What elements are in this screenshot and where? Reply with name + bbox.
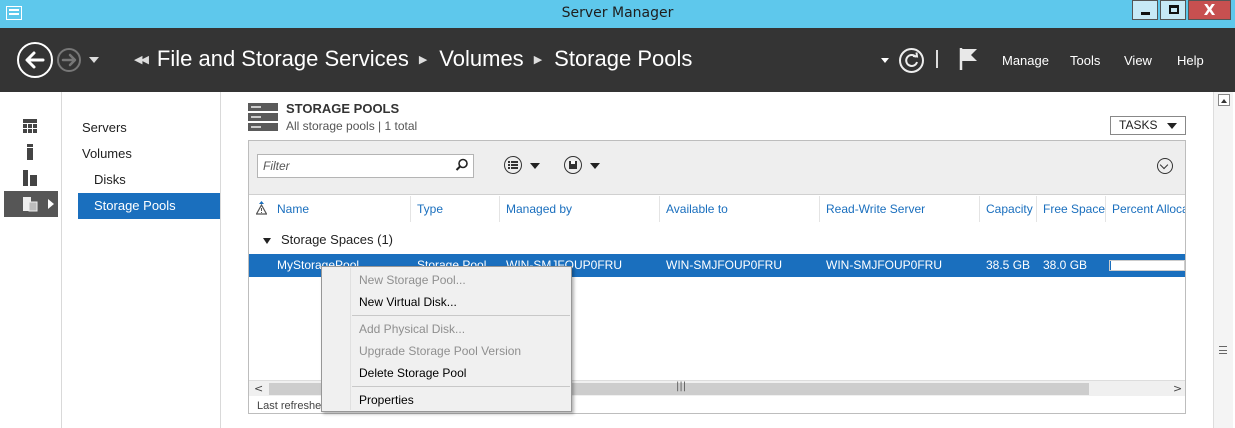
menu-item-new-storage-pool[interactable]: New Storage Pool... <box>359 270 466 290</box>
secondary-nav: Servers Volumes Disks Storage Pools <box>63 92 221 428</box>
rail-item-all-servers[interactable] <box>4 165 58 191</box>
column-header-type[interactable]: Type <box>411 196 500 222</box>
list-icon <box>508 161 518 169</box>
breadcrumb-item-file-storage[interactable]: File and Storage Services <box>157 46 409 72</box>
group-header-storage-spaces[interactable]: Storage Spaces (1) <box>263 232 393 247</box>
menu-tools[interactable]: Tools <box>1070 53 1100 68</box>
panel-toolbar: Filter <box>249 141 1185 195</box>
forward-button[interactable] <box>57 48 81 72</box>
chevron-down-icon[interactable] <box>530 163 540 169</box>
header-divider <box>936 50 938 68</box>
refresh-icon <box>905 52 919 67</box>
scroll-grip-icon: ||| <box>676 381 687 392</box>
expand-arrow-icon <box>48 199 54 209</box>
breadcrumb-item-volumes[interactable]: Volumes <box>439 46 523 72</box>
storage-pool-icon <box>248 103 278 131</box>
menu-item-upgrade-storage-pool-version[interactable]: Upgrade Storage Pool Version <box>359 341 521 361</box>
rail-item-local-server[interactable] <box>4 139 58 165</box>
arrow-right-icon <box>61 53 77 67</box>
window-title: Server Manager <box>561 5 674 21</box>
cell-free-space: 38.0 GB <box>1043 258 1088 272</box>
menu-manage[interactable]: Manage <box>1002 53 1049 68</box>
cell-capacity: 38.5 GB <box>986 258 1031 272</box>
dashboard-icon <box>23 119 37 133</box>
vertical-scrollbar[interactable] <box>1213 92 1233 428</box>
menu-view[interactable]: View <box>1124 53 1152 68</box>
close-icon: X <box>1203 1 1216 19</box>
subnav-item-volumes[interactable]: Volumes <box>78 141 220 167</box>
context-menu: New Storage Pool... New Virtual Disk... … <box>321 266 572 412</box>
menu-help[interactable]: Help <box>1177 53 1204 68</box>
breadcrumb: ◀◀ File and Storage Services ▶ Volumes ▶… <box>134 46 692 72</box>
maximize-button[interactable] <box>1160 0 1186 20</box>
column-header-free-space[interactable]: Free Space <box>1037 196 1106 222</box>
header-bar: ◀◀ File and Storage Services ▶ Volumes ▶… <box>0 28 1235 92</box>
column-header-read-write-server[interactable]: Read-Write Server <box>820 196 980 222</box>
scroll-left-icon[interactable]: < <box>254 382 263 395</box>
rail-item-dashboard[interactable] <box>4 113 58 139</box>
breadcrumb-separator-icon: ▶ <box>418 53 428 66</box>
refresh-button[interactable] <box>899 48 924 73</box>
back-button[interactable] <box>17 42 53 78</box>
subnav-item-storage-pools[interactable]: Storage Pools <box>78 193 220 219</box>
column-header-capacity[interactable]: Capacity <box>980 196 1037 222</box>
table-header: Name Type Managed by Available to Read-W… <box>249 196 1185 222</box>
cell-read-write-server: WIN-SMJFOUP0FRU <box>826 258 942 272</box>
filter-placeholder: Filter <box>263 159 290 173</box>
menu-separator <box>352 315 570 316</box>
maximize-icon <box>1169 5 1179 14</box>
tile-title: STORAGE POOLS <box>286 101 400 116</box>
history-dropdown-icon[interactable] <box>89 57 99 63</box>
column-header-name[interactable]: Name <box>271 196 411 222</box>
query-list-button[interactable] <box>504 156 522 174</box>
close-button[interactable]: X <box>1188 0 1231 20</box>
menu-separator <box>352 386 570 387</box>
all-servers-icon <box>23 170 37 186</box>
cell-available-to: WIN-SMJFOUP0FRU <box>666 258 782 272</box>
filter-input[interactable]: Filter <box>257 154 474 178</box>
minimize-button[interactable] <box>1132 0 1158 20</box>
menu-item-add-physical-disk[interactable]: Add Physical Disk... <box>359 319 465 339</box>
column-header-managed-by[interactable]: Managed by <box>500 196 660 222</box>
group-label: Storage Spaces (1) <box>281 232 394 247</box>
subnav-item-servers[interactable]: Servers <box>78 115 220 141</box>
subnav-item-disks[interactable]: Disks <box>78 167 220 193</box>
minimize-icon <box>1141 12 1150 15</box>
column-header-percent-allocated[interactable]: Percent Allocated <box>1106 196 1185 222</box>
search-icon[interactable] <box>455 158 469 172</box>
chevron-down-icon <box>1167 123 1177 129</box>
scroll-grip-icon[interactable] <box>1219 346 1227 354</box>
notifications-flag-icon[interactable] <box>958 46 980 72</box>
tasks-dropdown[interactable]: TASKS <box>1110 116 1186 135</box>
tasks-label: TASKS <box>1119 118 1158 132</box>
menu-item-delete-storage-pool[interactable]: Delete Storage Pool <box>359 363 466 383</box>
collapse-triangle-icon <box>263 237 271 244</box>
menu-gutter <box>350 268 351 410</box>
scroll-up-icon[interactable] <box>1218 94 1230 106</box>
title-bar: Server Manager X <box>0 0 1235 28</box>
percent-allocated-bar <box>1109 260 1185 271</box>
icon-rail <box>0 92 62 428</box>
breadcrumb-item-storage-pools[interactable]: Storage Pools <box>554 46 692 72</box>
save-query-button[interactable] <box>564 156 582 174</box>
breadcrumb-separator-icon: ▶ <box>533 53 543 66</box>
file-storage-icon <box>23 197 38 212</box>
tile-subtitle: All storage pools | 1 total <box>286 119 418 133</box>
percent-allocated-fill <box>1110 261 1111 270</box>
warning-sort-icon[interactable] <box>256 201 267 215</box>
save-icon <box>569 161 577 169</box>
menu-item-new-virtual-disk[interactable]: New Virtual Disk... <box>359 292 457 312</box>
menu-item-properties[interactable]: Properties <box>359 390 414 410</box>
breadcrumb-dropdown-icon[interactable] <box>881 58 889 63</box>
arrow-left-icon <box>25 51 45 69</box>
column-header-available-to[interactable]: Available to <box>660 196 820 222</box>
local-server-icon <box>27 144 33 160</box>
chevron-down-icon[interactable] <box>590 163 600 169</box>
expand-panel-button[interactable] <box>1157 158 1173 174</box>
last-refreshed-text: Last refreshed <box>257 400 328 412</box>
rail-item-file-storage[interactable] <box>4 191 58 217</box>
scroll-right-icon[interactable]: > <box>1173 382 1182 395</box>
breadcrumb-overflow-icon[interactable]: ◀◀ <box>134 53 149 66</box>
